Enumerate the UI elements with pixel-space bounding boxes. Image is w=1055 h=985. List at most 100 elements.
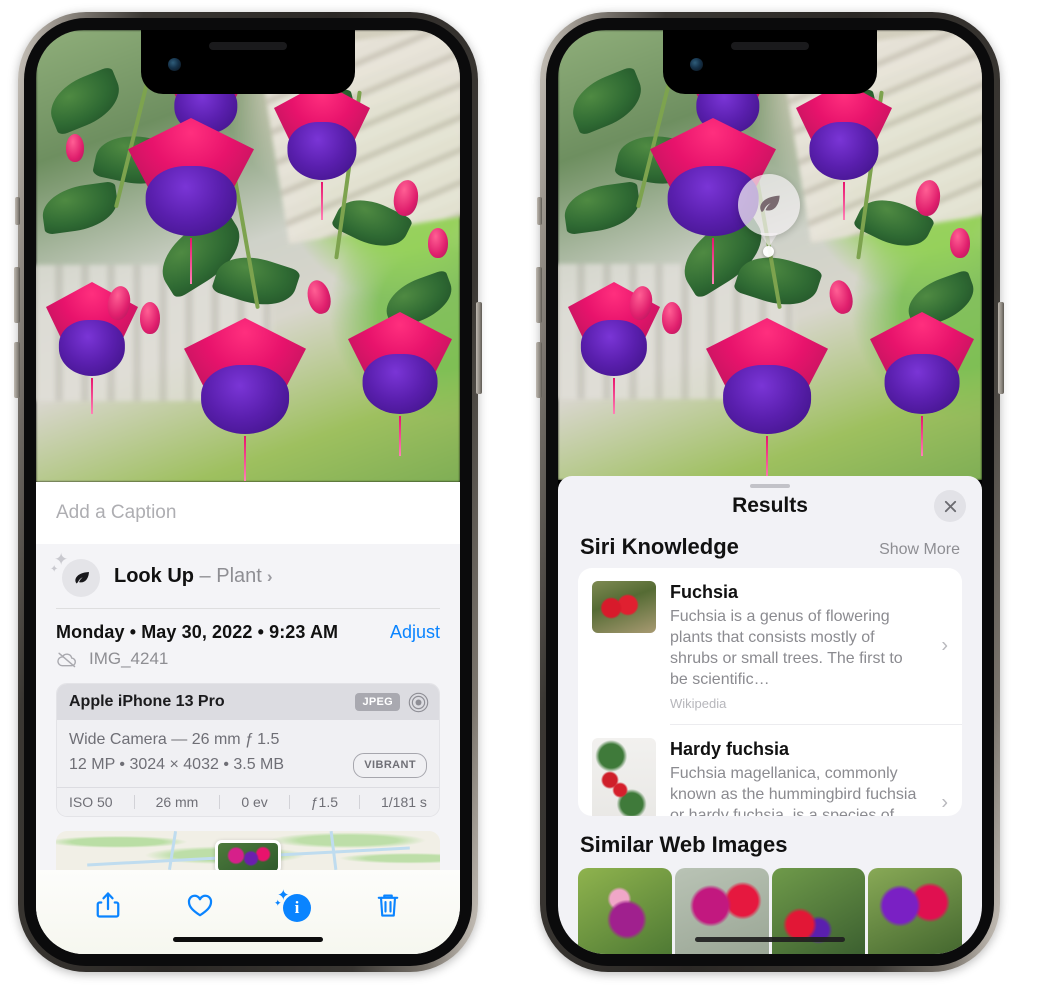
volume-up-button[interactable]	[14, 267, 20, 323]
fuchsia-bloom	[348, 312, 452, 456]
divider	[219, 794, 221, 809]
exif-size-row: 12 MP • 3024 × 4032 • 3.5 MB VIBRANT	[69, 752, 427, 778]
photo-viewer[interactable]	[36, 30, 460, 482]
exif-stats-row: ISO 50 26 mm 0 ev ƒ1.5 1/181 s	[57, 786, 439, 816]
show-more-button[interactable]: Show More	[879, 541, 960, 559]
location-map[interactable]	[56, 830, 440, 870]
exif-header-right: JPEG	[355, 692, 429, 713]
info-button[interactable]: ✦ ✦ i	[274, 887, 311, 922]
photo-viewer[interactable]	[558, 30, 982, 480]
fuchsia-bloom	[274, 82, 370, 220]
vibrant-badge: VIBRANT	[353, 752, 427, 778]
exif-size-line: 12 MP • 3024 × 4032 • 3.5 MB	[69, 755, 285, 773]
notch	[663, 30, 877, 94]
silent-switch[interactable]	[15, 197, 20, 225]
front-camera	[168, 58, 181, 71]
adjust-button[interactable]: Adjust	[390, 622, 440, 643]
sheet-title: Results	[732, 494, 808, 518]
fuchsia-bloom	[796, 82, 892, 220]
earpiece-speaker	[209, 42, 287, 50]
fuchsia-bloom	[706, 318, 828, 480]
close-icon	[944, 500, 956, 512]
results-sheet: Results Siri Knowledge Show More Fuchsia…	[558, 476, 982, 954]
silent-switch[interactable]	[537, 197, 542, 225]
right-phone-screen: Results Siri Knowledge Show More Fuchsia…	[558, 30, 982, 954]
knowledge-item[interactable]: Fuchsia Fuchsia is a genus of flowering …	[578, 568, 962, 724]
exif-header: Apple iPhone 13 Pro JPEG	[57, 684, 439, 720]
flower-bud	[66, 134, 84, 162]
share-icon[interactable]	[93, 890, 123, 920]
chevron-right-icon: ›	[941, 634, 948, 657]
trash-icon[interactable]	[373, 890, 403, 920]
siri-knowledge-cards: Fuchsia Fuchsia is a genus of flowering …	[578, 568, 962, 816]
volume-down-button[interactable]	[14, 342, 20, 398]
knowledge-description: Fuchsia magellanica, commonly known as t…	[670, 764, 917, 816]
exif-section: Apple iPhone 13 Pro JPEG Wide Camera — 2…	[36, 679, 460, 827]
screenshot-stage: Add a Caption ✦ ✦ Look Up – Plant › Mond…	[0, 0, 1055, 985]
look-up-section: ✦ ✦ Look Up – Plant ›	[36, 544, 460, 609]
volume-up-button[interactable]	[536, 267, 542, 323]
knowledge-body: Fuchsia Fuchsia is a genus of flowering …	[670, 581, 948, 711]
look-up-badge: ✦ ✦	[50, 550, 100, 598]
photo-filename: IMG_4241	[89, 649, 169, 668]
sheet-header: Results	[558, 488, 982, 524]
chevron-right-icon: ›	[266, 566, 273, 586]
heart-icon[interactable]	[185, 890, 215, 920]
meta-date-row: Monday • May 30, 2022 • 9:23 AM Adjust	[56, 609, 440, 643]
volume-down-button[interactable]	[536, 342, 542, 398]
similar-web-image[interactable]	[868, 868, 962, 954]
caption-row[interactable]: Add a Caption	[36, 482, 460, 544]
divider	[288, 794, 290, 809]
similar-web-image[interactable]	[578, 868, 672, 954]
knowledge-source: Wikipedia	[670, 696, 727, 712]
exif-stat-iso: ISO 50	[69, 793, 113, 810]
siri-knowledge-title: Siri Knowledge	[580, 534, 739, 560]
close-button[interactable]	[934, 490, 966, 523]
exif-stat-focal: 26 mm	[155, 793, 199, 810]
exif-stat-aperture: ƒ1.5	[310, 793, 339, 810]
exif-stat-exposure: 0 ev	[241, 793, 268, 810]
front-camera	[690, 58, 703, 71]
look-up-subject: Plant	[216, 564, 262, 587]
knowledge-item[interactable]: Hardy fuchsia Fuchsia magellanica, commo…	[578, 725, 962, 816]
knowledge-thumbnail	[592, 581, 656, 634]
home-indicator[interactable]	[695, 937, 845, 942]
photo-info-panel: Add a Caption ✦ ✦ Look Up – Plant › Mond…	[36, 482, 460, 954]
look-up-title: Look Up	[114, 564, 194, 587]
left-phone: Add a Caption ✦ ✦ Look Up – Plant › Mond…	[14, 12, 482, 972]
badge-anchor-dot	[763, 246, 774, 257]
knowledge-description: Fuchsia is a genus of flowering plants t…	[670, 607, 903, 689]
earpiece-speaker	[731, 42, 809, 50]
map-photo-pin[interactable]	[215, 840, 281, 870]
visual-look-up-badge[interactable]	[738, 174, 800, 236]
flower-bud	[140, 302, 160, 334]
look-up-label: Look Up – Plant ›	[114, 565, 273, 588]
leaf-icon	[760, 195, 780, 213]
sparkle-icon: ✦	[274, 898, 282, 908]
exif-stat-shutter: 1/181 s	[380, 793, 427, 810]
exif-card[interactable]: Apple iPhone 13 Pro JPEG Wide Camera — 2…	[56, 683, 440, 817]
fuchsia-bloom	[184, 318, 306, 481]
fuchsia-bloom	[128, 118, 254, 284]
power-button[interactable]	[476, 302, 482, 394]
photo-date: Monday • May 30, 2022 • 9:23 AM	[56, 622, 339, 642]
info-icon: i	[283, 894, 311, 922]
camera-model: Apple iPhone 13 Pro	[69, 693, 225, 710]
right-phone: Results Siri Knowledge Show More Fuchsia…	[536, 12, 1004, 972]
knowledge-thumbnail	[592, 738, 656, 816]
home-indicator[interactable]	[173, 937, 323, 942]
lens-icon	[408, 692, 429, 712]
caption-input[interactable]: Add a Caption	[56, 502, 176, 524]
knowledge-body: Hardy fuchsia Fuchsia magellanica, commo…	[670, 738, 948, 816]
notch	[141, 30, 355, 94]
exif-body: Wide Camera — 26 mm ƒ 1.5 12 MP • 3024 ×…	[57, 720, 439, 787]
sparkle-icon: ✦	[50, 564, 59, 575]
power-button[interactable]	[998, 302, 1004, 394]
map-road	[168, 830, 178, 870]
format-badge: JPEG	[355, 693, 400, 711]
siri-knowledge-header: Siri Knowledge Show More	[558, 524, 982, 568]
similar-web-images-title: Similar Web Images	[580, 832, 788, 857]
divider	[359, 794, 360, 809]
map-section	[36, 826, 460, 870]
look-up-row[interactable]: ✦ ✦ Look Up – Plant ›	[50, 544, 440, 608]
